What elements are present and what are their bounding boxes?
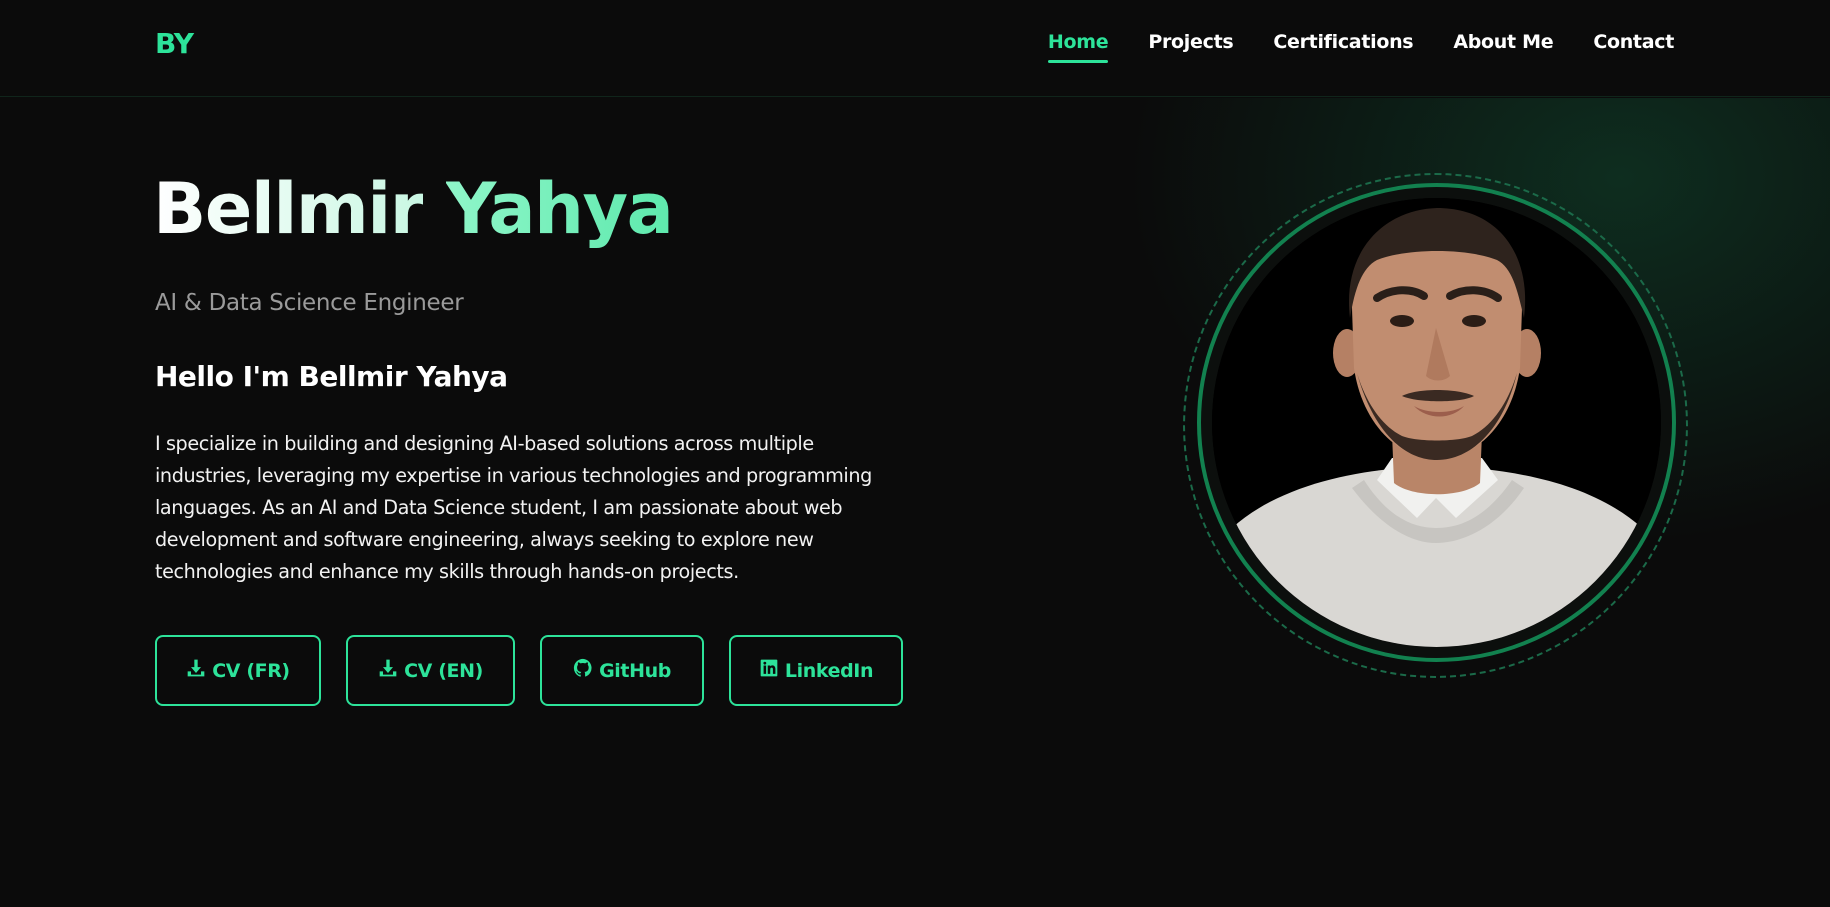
github-label: GitHub [599,659,671,682]
cv-fr-label: CV (FR) [212,659,290,682]
action-buttons: CV (FR) CV (EN) GitHub LinkedIn [155,635,903,706]
name-last: Yahya [445,168,674,250]
nav-item-projects[interactable]: Projects [1148,31,1233,63]
logo[interactable]: BY [155,27,194,60]
download-icon [186,658,206,683]
hero-bio: I specialize in building and designing A… [155,432,872,583]
cv-en-label: CV (EN) [404,659,483,682]
nav-links: Home Projects Certifications About Me Co… [1047,31,1674,63]
linkedin-icon [759,658,779,683]
hero-bottom-band [0,857,1830,907]
linkedin-label: LinkedIn [784,659,874,682]
hero-subtitle: AI & Data Science Engineer [155,290,464,316]
navbar: BY Home Projects Certifications About Me… [0,0,1830,97]
hero-title: Bellmir Yahya [153,168,674,250]
hero-greeting: Hello I'm Bellmir Yahya [155,360,508,393]
profile-photo [1212,198,1661,647]
cv-en-button[interactable]: CV (EN) [346,635,515,706]
profile-photo-frame [1183,173,1688,678]
name-first: Bellmir [153,168,424,250]
nav-item-contact[interactable]: Contact [1593,31,1674,63]
hero-section: Bellmir Yahya AI & Data Science Engineer… [0,98,1830,907]
nav-item-about-me[interactable]: About Me [1453,31,1553,63]
linkedin-button[interactable]: LinkedIn [729,635,903,706]
cv-fr-button[interactable]: CV (FR) [155,635,321,706]
github-icon [573,658,593,683]
nav-item-home[interactable]: Home [1047,31,1109,63]
github-button[interactable]: GitHub [540,635,704,706]
portrait-illustration [1212,198,1661,647]
nav-item-certifications[interactable]: Certifications [1273,31,1413,63]
download-icon [378,658,398,683]
